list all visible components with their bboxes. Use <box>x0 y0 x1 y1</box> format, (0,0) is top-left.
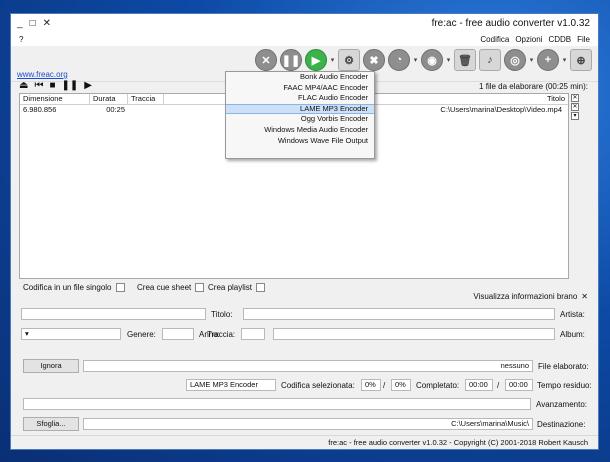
add-folder-icon[interactable]: ◎ <box>504 49 526 71</box>
cue-sheet-label: Crea cue sheet <box>137 283 192 292</box>
stop-encoding-icon[interactable]: ✕ <box>255 49 277 71</box>
menu-help[interactable]: ? <box>19 35 23 44</box>
menu-cddb[interactable]: CDDB <box>548 35 571 44</box>
encoder-option-vorbis[interactable]: Ogg Vorbis Encoder <box>226 114 374 125</box>
close-button[interactable]: ✕ <box>43 18 51 29</box>
encoder-option-flac[interactable]: FLAC Audio Encoder <box>226 93 374 104</box>
website-link[interactable]: www.freac.org <box>17 70 68 79</box>
app-window: _ □ ✕ fre:ac - free audio converter v1.0… <box>10 13 599 450</box>
encoder-option-wave[interactable]: Windows Wave File Output <box>226 136 374 147</box>
progress-bar <box>23 398 531 410</box>
completed-pct-a: 0% <box>391 379 411 391</box>
window-controls: _ □ ✕ <box>17 18 51 29</box>
destination-field[interactable]: C:\Users\marina\Music\ <box>83 418 533 430</box>
genre-select[interactable]: ▾ <box>21 328 121 340</box>
album-field[interactable] <box>273 328 555 340</box>
tag-section-header: Visualizza informazioni brano ✕ <box>473 292 588 301</box>
add-file-dropdown-arrow-icon[interactable]: ▾ <box>562 56 567 64</box>
eject-icon[interactable]: ⏏ <box>19 80 28 91</box>
file-processed-label: File elaborato: <box>538 362 589 371</box>
column-durata[interactable]: Durata <box>90 94 128 105</box>
single-file-label: Codifica in un file singolo <box>23 283 112 292</box>
encoder-option-bonk[interactable]: Bonk Audio Encoder <box>226 72 374 83</box>
pct-separator: / <box>383 381 386 390</box>
add-file-icon[interactable]: + <box>537 49 559 71</box>
encoder-option-wma[interactable]: Windows Media Audio Encoder <box>226 125 374 136</box>
settings-icon[interactable]: ⚙ <box>338 49 360 71</box>
cue-sheet-checkbox[interactable] <box>195 283 205 292</box>
time-left-label: Tempo residuo: <box>537 381 592 390</box>
encoder-option-lame[interactable]: LAME MP3 Encoder <box>226 103 374 115</box>
artist-field[interactable] <box>243 308 555 320</box>
select-all-check[interactable]: ✕ <box>571 94 579 102</box>
collapse-icon[interactable]: ✕ <box>581 292 588 301</box>
menu-opzioni[interactable]: Opzioni <box>515 35 542 44</box>
remove-file-icon[interactable]: 🗑 <box>454 49 476 71</box>
query-cddb-icon[interactable]: ◉ <box>421 49 443 71</box>
title-bar: _ □ ✕ fre:ac - free audio converter v1.0… <box>11 14 598 34</box>
playlist-checkbox[interactable] <box>256 283 266 292</box>
year-field[interactable] <box>162 328 194 340</box>
player-controls: ⏏ ⏮ ■ ❚❚ ▶ <box>19 80 92 91</box>
selected-encoder-label: Codifica selezionata: <box>281 381 355 390</box>
start-encoding-icon[interactable]: ▶ <box>305 49 327 71</box>
list-selection-checks: ✕ ✕ ▾ <box>571 94 580 120</box>
minimize-button[interactable]: _ <box>17 18 23 29</box>
menu-codifica[interactable]: Codifica <box>480 35 509 44</box>
playlist-label: Crea playlist <box>208 283 253 292</box>
file-processed-value: nessuno <box>83 360 533 372</box>
encoder-dropdown-menu: Bonk Audio Encoder FAAC MP4/AAC Encoder … <box>225 71 375 159</box>
add-dropdown-arrow-icon[interactable]: ▾ <box>529 56 534 64</box>
column-traccia[interactable]: Traccia <box>128 94 164 105</box>
previous-icon[interactable]: ⏮ <box>34 80 43 91</box>
selected-encoder-value: LAME MP3 Encoder <box>186 379 276 391</box>
maximize-button[interactable]: □ <box>30 18 36 29</box>
menu-bar: ? Codifica Opzioni CDDB File <box>11 34 598 46</box>
query-dropdown-arrow-icon[interactable]: ▾ <box>446 56 451 64</box>
pause-icon[interactable]: ❚❚ <box>62 80 79 91</box>
year-label: Anno: <box>199 330 220 339</box>
submit-cddb-icon[interactable]: ◔ <box>388 49 410 71</box>
row-size: 6.980.856 <box>23 105 57 114</box>
row-check[interactable]: ✕ <box>571 103 579 111</box>
cddb-dropdown-arrow-icon[interactable]: ▾ <box>413 56 418 64</box>
single-file-checkbox[interactable] <box>115 283 125 292</box>
window-title: fre:ac - free audio converter v1.0.32 <box>431 18 590 29</box>
stop-icon[interactable]: ■ <box>49 80 55 91</box>
menu-file[interactable]: File <box>577 35 590 44</box>
row-track <box>128 105 164 115</box>
row-duration: 00:25 <box>106 105 125 114</box>
status-text: fre:ac - free audio converter v1.0.32 - … <box>328 438 588 447</box>
track-field[interactable] <box>241 328 265 340</box>
artist-label: Artista: <box>560 310 585 319</box>
encoder-option-faac[interactable]: FAAC MP4/AAC Encoder <box>226 83 374 94</box>
files-count-label: 1 file da elaborare (00:25 min): <box>479 82 588 91</box>
completed-label: Completato: <box>416 381 460 390</box>
progress-label: Avanzamento: <box>536 400 587 409</box>
title-field[interactable] <box>21 308 206 320</box>
time-total-value: 00:00 <box>465 379 493 391</box>
column-dimensione[interactable]: Dimensione <box>20 94 90 105</box>
destination-label: Destinazione: <box>537 420 586 429</box>
show-info-label: Visualizza informazioni brano <box>473 292 578 301</box>
browse-button[interactable]: Sfoglia... <box>23 417 79 431</box>
encoder-dropdown-arrow-icon[interactable]: ▾ <box>330 56 335 64</box>
add-cd-icon[interactable]: ⊕ <box>570 49 592 71</box>
invert-selection-check[interactable]: ▾ <box>571 112 579 120</box>
pause-encoding-icon[interactable]: ❚❚ <box>280 49 302 71</box>
album-label: Album: <box>560 330 585 339</box>
completed-pct-b: 0% <box>361 379 381 391</box>
genre-label: Genere: <box>127 330 156 339</box>
time-left-value: 00:00 <box>505 379 533 391</box>
ignore-button[interactable]: Ignora <box>23 359 79 373</box>
clear-list-icon[interactable]: ♪ <box>479 49 501 71</box>
status-bar: fre:ac - free audio converter v1.0.32 - … <box>11 435 598 449</box>
time-separator: / <box>497 381 500 390</box>
play-icon[interactable]: ▶ <box>84 80 92 91</box>
tools-icon[interactable]: ✖ <box>363 49 385 71</box>
title-label: Titolo: <box>211 310 233 319</box>
